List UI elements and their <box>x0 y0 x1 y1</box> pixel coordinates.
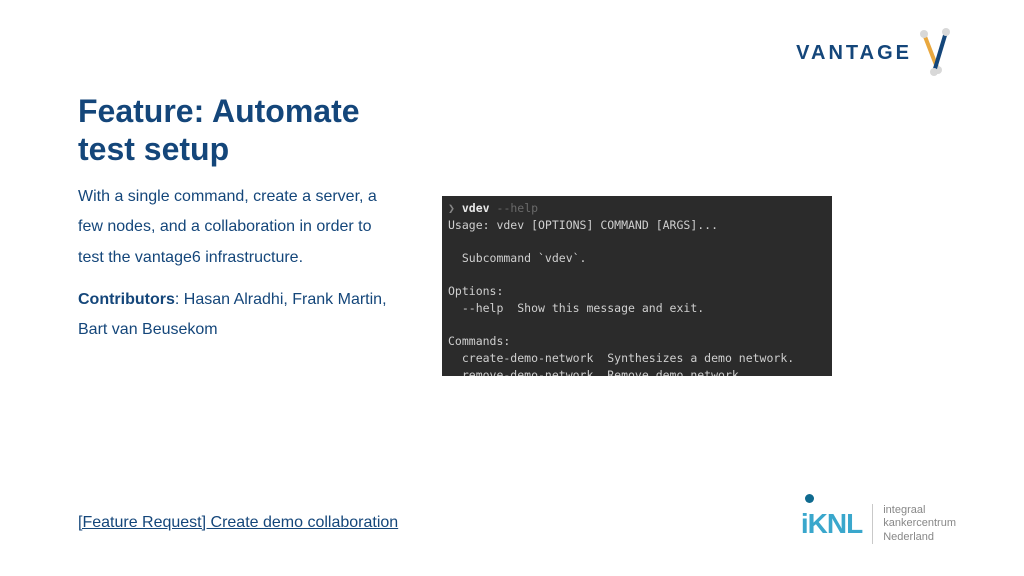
terminal-usage: Usage: vdev [OPTIONS] COMMAND [ARGS]... <box>448 218 718 232</box>
page-title: Feature: Automate test setup <box>78 92 418 169</box>
contributors-label: Contributors <box>78 291 175 308</box>
terminal-subcommand: Subcommand `vdev`. <box>448 251 586 265</box>
iknl-line1: integraal <box>883 504 956 517</box>
terminal-output: ❯ vdev --help Usage: vdev [OPTIONS] COMM… <box>442 196 832 376</box>
iknl-letters: iKNL <box>801 508 862 540</box>
terminal-flag: --help <box>497 201 539 215</box>
vantage-icon <box>918 28 954 78</box>
terminal-commands-header: Commands: <box>448 334 510 348</box>
feature-description: With a single command, create a server, … <box>78 182 398 273</box>
terminal-options-header: Options: <box>448 284 503 298</box>
iknl-dot-icon <box>805 494 814 503</box>
vantage-wordmark: VANTAGE <box>796 42 912 65</box>
feature-request-link[interactable]: [Feature Request] Create demo collaborat… <box>78 514 398 532</box>
iknl-fullname: integraal kankercentrum Nederland <box>883 504 956 544</box>
terminal-option-help: --help Show this message and exit. <box>448 301 704 315</box>
prompt-symbol: ❯ <box>448 201 455 215</box>
iknl-line3: Nederland <box>883 531 956 544</box>
terminal-command: vdev <box>462 201 490 215</box>
iknl-logo: iKNL integraal kankercentrum Nederland <box>801 504 956 544</box>
iknl-separator <box>872 504 873 544</box>
terminal-command-row: create-demo-network Synthesizes a demo n… <box>448 351 794 365</box>
vantage-logo: VANTAGE <box>796 28 954 78</box>
iknl-mark: iKNL <box>801 508 862 540</box>
terminal-command-row: remove-demo-network Remove demo network. <box>448 368 746 376</box>
contributors-line: Contributors: Hasan Alradhi, Frank Marti… <box>78 285 418 346</box>
iknl-line2: kankercentrum <box>883 517 956 530</box>
